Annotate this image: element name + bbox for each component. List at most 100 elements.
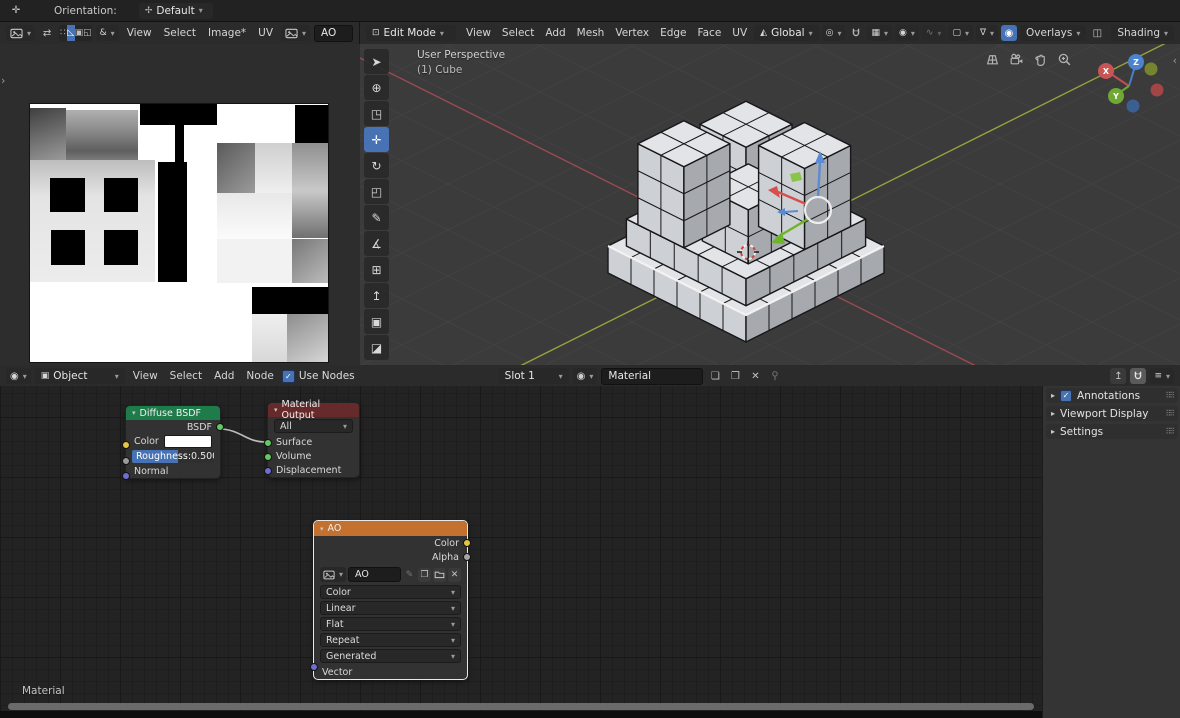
collapse-icon[interactable]: ▾: [132, 409, 136, 417]
editor-type-dropdown[interactable]: ▾: [6, 25, 36, 41]
alpha-output-socket[interactable]: [463, 553, 471, 561]
inset-faces-tool[interactable]: ▣: [364, 309, 389, 334]
uv-toolbar-collapse-icon[interactable]: ›: [1, 74, 5, 87]
node-diffuse-bsdf[interactable]: ▾ Diffuse BSDF BSDF Color Roughness: 0.5…: [122, 405, 224, 480]
image-browse-dropdown[interactable]: ▾: [320, 567, 347, 582]
color-swatch[interactable]: [164, 435, 212, 448]
xray-toggle[interactable]: ◫: [1089, 25, 1105, 41]
shading-dropdown[interactable]: Shading ▾: [1111, 25, 1174, 41]
normal-input-socket[interactable]: [122, 472, 130, 480]
camera-view-icon[interactable]: [1009, 52, 1024, 67]
panel-annotations[interactable]: ▸ ✓ Annotations ⠿⠿: [1046, 388, 1178, 403]
vector-input-socket[interactable]: [310, 663, 318, 671]
open-image-button[interactable]: [433, 567, 446, 582]
displacement-input-socket[interactable]: [264, 467, 272, 475]
overlays-dropdown[interactable]: Overlays ▾: [1020, 25, 1087, 41]
editor-type-dropdown[interactable]: ◉ ▾: [6, 368, 31, 384]
node-snap-toggle[interactable]: [1130, 368, 1147, 384]
expand-arrow-icon[interactable]: ▸: [1051, 409, 1055, 418]
axis-neg-z-ball[interactable]: [1126, 99, 1140, 113]
node-material-output[interactable]: ▾ Material Output All ▾ Surface Volume D…: [264, 399, 360, 478]
v3d-menu-edge[interactable]: Edge: [656, 26, 690, 40]
annotate-tool[interactable]: ✎: [364, 205, 389, 230]
sticky-selection-dropdown[interactable]: & ▾: [95, 25, 119, 41]
material-browse-dropdown[interactable]: ◉ ▾: [572, 368, 598, 384]
color-space-dropdown[interactable]: Color ▾: [320, 585, 461, 599]
uv-sync-selection-toggle[interactable]: ⇄: [39, 25, 55, 41]
image-name-field[interactable]: AO: [314, 24, 353, 42]
roughness-input-socket[interactable]: [122, 457, 130, 465]
nav-gizmo[interactable]: Z X Y: [1098, 54, 1164, 113]
image-browse-dropdown[interactable]: ▾: [281, 25, 311, 41]
unlink-image-button[interactable]: ✕: [448, 567, 461, 582]
measure-tool[interactable]: ∡: [364, 231, 389, 256]
filter-dropdown[interactable]: ∇ ▾: [975, 25, 999, 41]
use-nodes-checkbox[interactable]: ✓: [281, 369, 295, 383]
show-gizmo-toggle[interactable]: ◉: [1001, 25, 1018, 41]
node-header[interactable]: ▾ Diffuse BSDF: [126, 406, 220, 420]
image-name-field[interactable]: AO: [348, 567, 401, 582]
sidebar-collapse-icon[interactable]: ‹: [1173, 54, 1177, 67]
proportional-falloff-dropdown[interactable]: ∿ ▾: [921, 25, 946, 41]
new-image-button[interactable]: ❐: [418, 567, 431, 582]
bevel-tool[interactable]: ◪: [364, 335, 389, 360]
cursor-tool[interactable]: ⊕: [364, 75, 389, 100]
proportional-edit-dropdown[interactable]: ◉ ▾: [895, 25, 919, 41]
uv-menu-uv[interactable]: UV: [254, 26, 277, 40]
bsdf-output-socket[interactable]: [216, 423, 224, 431]
uv-menu-select[interactable]: Select: [160, 26, 200, 40]
projection-dropdown[interactable]: Flat ▾: [320, 617, 461, 631]
uv-vertex-mode-button[interactable]: ∷: [59, 25, 67, 41]
node-header[interactable]: ▾ AO: [314, 521, 467, 536]
perspective-toggle-icon[interactable]: [985, 52, 1000, 67]
select-box-tool[interactable]: ➤: [364, 49, 389, 74]
uv-canvas[interactable]: ›: [0, 44, 360, 365]
output-target-dropdown[interactable]: All ▾: [274, 419, 353, 433]
object-visibility-dropdown[interactable]: ▢ ▾: [948, 25, 973, 41]
node-canvas[interactable]: ▾ Diffuse BSDF BSDF Color Roughness: 0.5…: [0, 386, 1042, 718]
node-menu-add[interactable]: Add: [210, 369, 238, 383]
snap-with-dropdown[interactable]: ▦ ▾: [867, 25, 892, 41]
unlink-material-button[interactable]: ✕: [747, 368, 763, 384]
new-material-button[interactable]: ❐: [727, 368, 743, 384]
uv-edge-mode-button[interactable]: ◺: [66, 25, 75, 41]
interpolation-dropdown[interactable]: Linear ▾: [320, 601, 461, 615]
roughness-slider[interactable]: Roughness: 0.500: [132, 450, 214, 463]
scale-tool[interactable]: ◰: [364, 179, 389, 204]
material-name-field[interactable]: Material: [601, 367, 704, 385]
axis-neg-x-ball[interactable]: [1150, 83, 1164, 97]
transform-orientation-dropdown[interactable]: ◭ Global ▾: [754, 25, 819, 41]
pan-hand-icon[interactable]: [1033, 52, 1048, 67]
move-tool[interactable]: ✛: [364, 127, 389, 152]
drag-grip-icon[interactable]: ⠿⠿: [1165, 427, 1175, 436]
volume-input-socket[interactable]: [264, 453, 272, 461]
rotate-tool[interactable]: ↻: [364, 153, 389, 178]
v3d-menu-view[interactable]: View: [462, 26, 495, 40]
annotations-checkbox[interactable]: ✓: [1060, 389, 1073, 402]
pivot-point-dropdown[interactable]: ◎ ▾: [821, 25, 846, 41]
pin-button[interactable]: [767, 368, 783, 384]
collapse-icon[interactable]: ▾: [320, 525, 324, 533]
node-snap-options-dropdown[interactable]: ≡ ▾: [1150, 368, 1174, 384]
node-menu-select[interactable]: Select: [166, 369, 206, 383]
source-dropdown[interactable]: Generated ▾: [320, 649, 461, 663]
panel-settings[interactable]: ▸ Settings ⠿⠿: [1046, 424, 1178, 439]
transform-tool[interactable]: ◳: [364, 101, 389, 126]
uv-menu-image[interactable]: Image*: [204, 26, 250, 40]
node-header[interactable]: ▾ Material Output: [268, 399, 359, 421]
v3d-menu-vertex[interactable]: Vertex: [611, 26, 653, 40]
mode-dropdown[interactable]: ⊡ Edit Mode ▾: [366, 25, 456, 41]
v3d-menu-face[interactable]: Face: [694, 26, 726, 40]
shader-type-dropdown[interactable]: ▣ Object ▾: [34, 368, 125, 384]
fake-user-button[interactable]: ✎: [403, 568, 416, 582]
axis-neg-y-ball[interactable]: [1144, 62, 1158, 76]
v3d-menu-mesh[interactable]: Mesh: [573, 26, 609, 40]
go-to-parent-button[interactable]: ↥: [1110, 368, 1127, 384]
orientation-dropdown[interactable]: ✢ Default ▾: [138, 2, 213, 19]
node-menu-view[interactable]: View: [129, 369, 162, 383]
horizontal-scrollbar[interactable]: [8, 703, 1034, 710]
v3d-menu-add[interactable]: Add: [541, 26, 569, 40]
collapse-icon[interactable]: ▾: [274, 406, 278, 414]
cube-model[interactable]: [607, 100, 885, 343]
v3d-menu-select[interactable]: Select: [498, 26, 538, 40]
